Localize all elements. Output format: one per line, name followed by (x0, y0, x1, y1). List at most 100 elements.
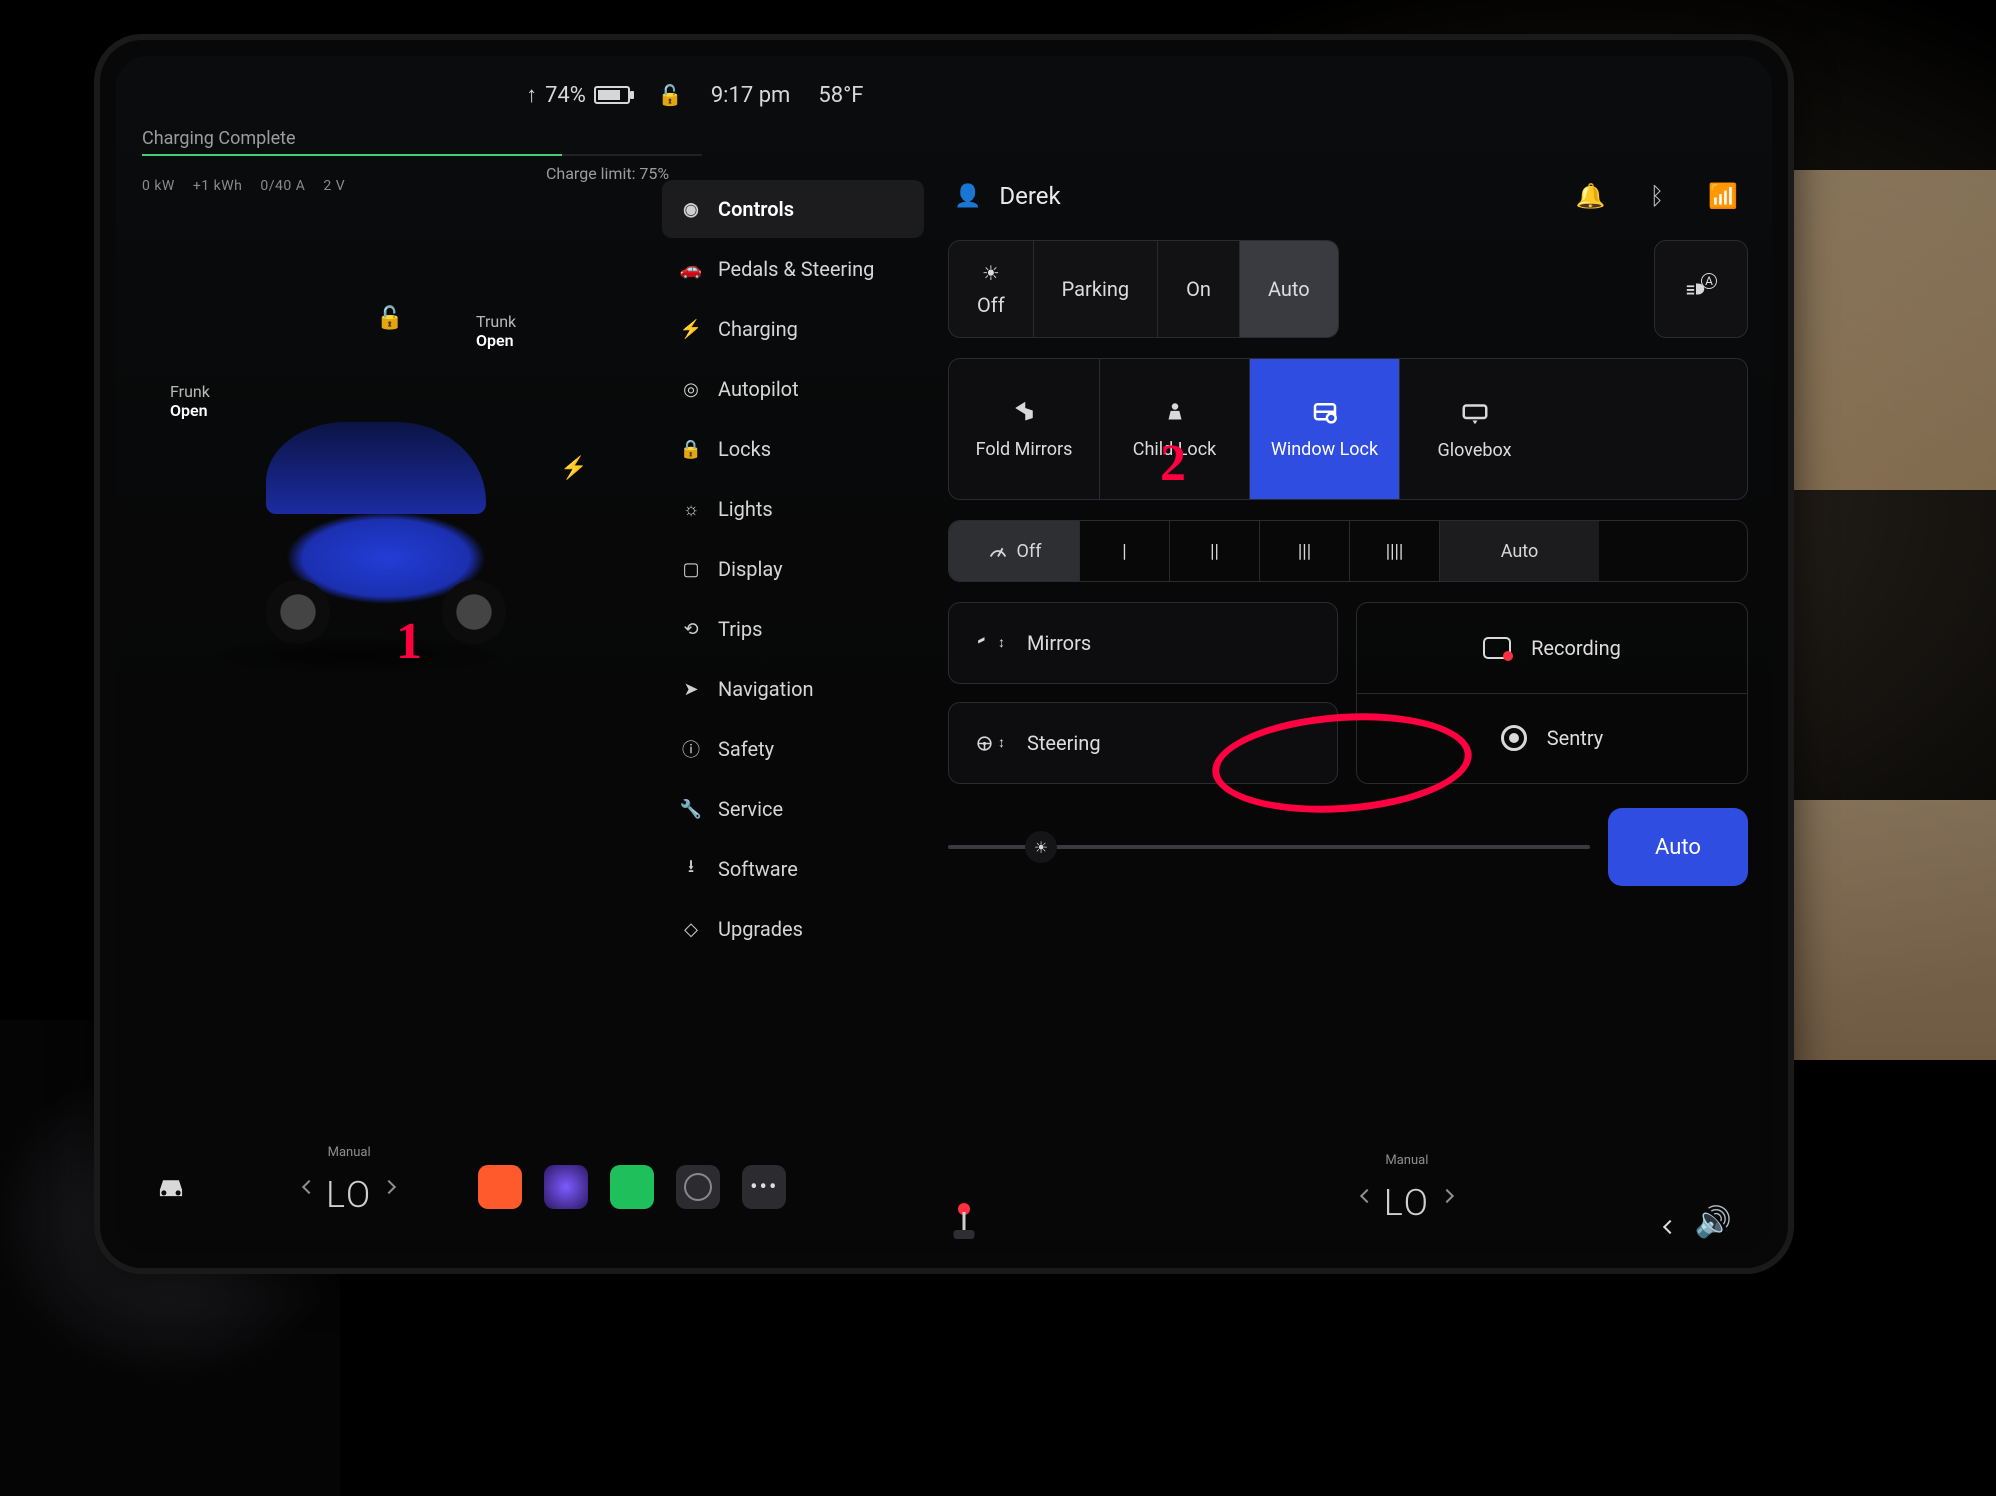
camera-app-icon[interactable] (676, 1165, 720, 1209)
window-lock-tile[interactable]: Window Lock (1249, 359, 1399, 499)
sidebar-item-trips[interactable]: ⟲ Trips (662, 600, 924, 658)
sidebar-item-controls[interactable]: ◉ Controls (662, 180, 924, 238)
high-beam-button[interactable]: A (1654, 240, 1748, 338)
safety-icon: ⓘ (680, 738, 702, 760)
frunk-button[interactable]: Frunk Open (170, 382, 210, 420)
mirrors-adjust-button[interactable]: ↕ Mirrors (948, 602, 1338, 684)
sentry-icon (1501, 725, 1527, 751)
wiper-icon (987, 540, 1009, 562)
sidebar-item-label: Upgrades (718, 917, 803, 941)
lights-icon: ☼ (680, 498, 702, 520)
sidebar-item-safety[interactable]: ⓘ Safety (662, 720, 924, 778)
wiper-segment: Off | || ||| |||| Auto (948, 520, 1748, 582)
trunk-button[interactable]: Trunk Open (476, 312, 516, 350)
seg-label: On (1186, 277, 1211, 301)
seg-label: Off (977, 293, 1005, 317)
sidebar-item-upgrades[interactable]: ◇ Upgrades (662, 900, 924, 958)
display-icon: ▢ (680, 558, 702, 580)
vol-down-icon[interactable] (1663, 1220, 1677, 1234)
temp-up-icon[interactable] (1440, 1188, 1454, 1202)
frunk-state: Open (170, 401, 210, 420)
app-icon-1[interactable] (478, 1165, 522, 1209)
profile-name[interactable]: Derek (999, 182, 1060, 210)
child-icon (1162, 398, 1188, 428)
tile-label: Window Lock (1271, 440, 1378, 461)
volume-icon[interactable]: 🔊 (1665, 1205, 1732, 1240)
sidebar-item-label: Autopilot (718, 377, 799, 401)
app-icon-2[interactable] (544, 1165, 588, 1209)
charge-limit-bar[interactable] (142, 154, 702, 156)
recording-button[interactable]: Recording (1357, 603, 1747, 693)
sidebar-item-lights[interactable]: ☼ Lights (662, 480, 924, 538)
car-app-icon[interactable] (152, 1166, 190, 1208)
trunk-state: Open (476, 331, 516, 350)
clock: 9:17 pm (711, 83, 791, 108)
wiper-auto-button[interactable]: Auto (1439, 521, 1599, 581)
wiper-4-button[interactable]: |||| (1349, 521, 1439, 581)
temp-down-icon[interactable] (1360, 1188, 1374, 1202)
nav-icon: ➤ (680, 678, 702, 700)
battery-indicator[interactable]: ↑ 74% (526, 82, 630, 108)
sidebar-item-service[interactable]: 🔧 Service (662, 780, 924, 838)
sidebar-item-software[interactable]: ⭳ Software (662, 840, 924, 898)
seg-label: ||| (1298, 541, 1311, 562)
lights-parking-button[interactable]: Parking (1033, 241, 1157, 337)
passenger-temp-control[interactable]: Manual LO (1362, 1167, 1452, 1224)
lock-icon[interactable]: 🔓 (658, 83, 683, 107)
charge-port-icon[interactable]: ⚡ (560, 456, 587, 481)
charge-volts: 2 V (323, 178, 345, 194)
brightness-auto-button[interactable]: Auto (1608, 808, 1748, 886)
frunk-label: Frunk (170, 382, 210, 401)
seg-label: |||| (1386, 541, 1404, 562)
charge-power: 0 kW (142, 178, 175, 194)
mirror-adjust-icon: ↕ (975, 634, 1005, 653)
lock-icon: 🔒 (680, 438, 702, 460)
controls-icon: ◉ (680, 198, 702, 220)
lights-auto-button[interactable]: Auto (1239, 241, 1338, 337)
sidebar-item-label: Navigation (718, 677, 814, 701)
brightness-knob[interactable]: ☀ (1025, 831, 1057, 863)
sidebar-item-locks[interactable]: 🔒 Locks (662, 420, 924, 478)
window-lock-icon (1310, 398, 1340, 428)
charge-added: +1 kWh (193, 178, 243, 194)
sidebar-item-display[interactable]: ▢ Display (662, 540, 924, 598)
profile-icon[interactable]: 👤 (954, 184, 981, 209)
battery-arrow-icon: ↑ (526, 82, 537, 108)
lights-off-button[interactable]: ☀ Off (949, 241, 1033, 337)
sidebar-item-navigation[interactable]: ➤ Navigation (662, 660, 924, 718)
notifications-icon[interactable]: 🔔 (1576, 182, 1606, 210)
wiper-off-button[interactable]: Off (949, 521, 1079, 581)
sidebar-item-label: Trips (718, 617, 762, 641)
temp-value: LO (326, 1174, 372, 1216)
wiper-3-button[interactable]: ||| (1259, 521, 1349, 581)
glovebox-tile[interactable]: Glovebox (1399, 359, 1549, 499)
wiper-2-button[interactable]: || (1169, 521, 1259, 581)
temp-up-icon[interactable] (382, 1180, 396, 1194)
sidebar-item-charging[interactable]: ⚡ Charging (662, 300, 924, 358)
wrench-icon: 🔧 (680, 798, 702, 820)
seg-label: Parking (1062, 277, 1129, 301)
driver-temp-control[interactable]: Manual LO (304, 1159, 394, 1216)
tile-label: Fold Mirrors (976, 440, 1073, 461)
sidebar-item-label: Lights (718, 497, 773, 521)
vehicle-panel: 🔓 Frunk Open Trunk Open ⚡ (116, 206, 636, 986)
temp-value: LO (1384, 1182, 1430, 1224)
steering-icon: ◎ (680, 378, 702, 400)
sidebar-item-pedals[interactable]: 🚗 Pedals & Steering (662, 240, 924, 298)
charge-current: 0/40 A (260, 178, 305, 194)
toybox-icon[interactable] (946, 1200, 986, 1252)
temp-down-icon[interactable] (302, 1180, 316, 1194)
unlock-icon[interactable]: 🔓 (376, 306, 403, 331)
seg-label: Off (1017, 541, 1042, 562)
bluetooth-icon[interactable]: ᛒ (1650, 182, 1664, 210)
wiper-1-button[interactable]: | (1079, 521, 1169, 581)
headlights-segment: ☀ Off Parking On Auto (948, 240, 1339, 338)
sidebar-item-autopilot[interactable]: ◎ Autopilot (662, 360, 924, 418)
wifi-icon[interactable]: 📶 (1708, 182, 1738, 210)
lights-on-button[interactable]: On (1157, 241, 1239, 337)
adjust-label: Steering (1027, 731, 1101, 755)
brightness-slider[interactable]: ☀ (948, 845, 1590, 849)
app-icon-3[interactable] (610, 1165, 654, 1209)
fold-mirrors-tile[interactable]: Fold Mirrors (949, 359, 1099, 499)
more-apps-icon[interactable]: ••• (742, 1165, 786, 1209)
